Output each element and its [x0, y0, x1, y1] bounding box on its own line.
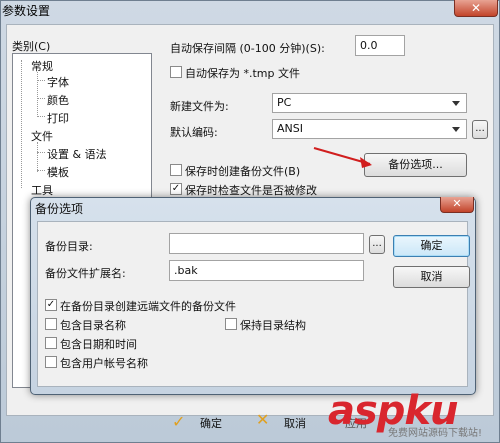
option-user-account-checkbox[interactable] [45, 356, 57, 368]
tree-item-tools[interactable]: 工具 [31, 182, 53, 198]
tree-item-color[interactable]: 颜色 [47, 92, 69, 108]
chevron-down-icon [452, 127, 460, 132]
ext-input[interactable]: .bak [169, 260, 364, 281]
option-date-time-checkbox[interactable] [45, 337, 57, 349]
category-label: 类别(C) [12, 40, 51, 53]
check-modified-checkbox[interactable]: ✓ [170, 183, 182, 195]
dialog-cancel-button[interactable]: 取消 [393, 266, 470, 288]
new-file-label: 新建文件为: [170, 100, 229, 113]
tree-item-print[interactable]: 打印 [47, 110, 69, 126]
checkmark-icon: ✓ [172, 412, 186, 431]
encoding-value: ANSI [277, 122, 303, 135]
option-user-account-label: 包含用户帐号名称 [60, 357, 148, 370]
encoding-browse-button[interactable]: ... [472, 120, 488, 139]
option-keep-structure-label: 保持目录结构 [240, 319, 306, 332]
dialog-ok-button[interactable]: 确定 [393, 235, 470, 257]
autosave-interval-input[interactable]: 0.0 [355, 35, 405, 56]
chevron-down-icon [452, 101, 460, 106]
autosave-interval-label: 自动保存间隔 (0-100 分钟)(S): [170, 42, 325, 55]
ext-label: 备份文件扩展名: [45, 267, 126, 280]
backup-on-save-label: 保存时创建备份文件(B) [185, 165, 301, 178]
option-keep-structure-checkbox[interactable] [225, 318, 237, 330]
option-dir-name-checkbox[interactable] [45, 318, 57, 330]
backup-dir-input[interactable] [169, 233, 364, 254]
cross-icon: ✕ [256, 410, 270, 429]
tree-item-template[interactable]: 模板 [47, 164, 69, 180]
tree-item-font[interactable]: 字体 [47, 74, 69, 90]
new-file-select[interactable]: PC [272, 93, 467, 113]
dialog-close-button[interactable]: ✕ [440, 197, 474, 213]
watermark-subtitle: 免费网站源码下载站! [388, 428, 483, 439]
option-remote-backup-checkbox[interactable]: ✓ [45, 299, 57, 311]
window-close-button[interactable]: ✕ [454, 0, 498, 17]
option-remote-backup-label: 在备份目录创建远端文件的备份文件 [60, 300, 236, 313]
dialog-title: 备份选项 [35, 202, 84, 216]
encoding-select[interactable]: ANSI [272, 119, 467, 139]
check-modified-label: 保存时检查文件是否被修改 [185, 184, 317, 197]
tree-item-syntax[interactable]: 设置 & 语法 [47, 146, 107, 162]
backup-dir-browse-button[interactable]: ... [369, 235, 385, 254]
annotation-arrow [313, 147, 372, 168]
main-ok-label[interactable]: 确定 [200, 415, 222, 431]
encoding-label: 默认编码: [170, 126, 218, 139]
new-file-value: PC [277, 96, 292, 109]
option-dir-name-label: 包含目录名称 [60, 319, 126, 332]
autosave-tmp-label: 自动保存为 *.tmp 文件 [185, 67, 300, 80]
option-date-time-label: 包含日期和时间 [60, 338, 137, 351]
main-cancel-label[interactable]: 取消 [284, 415, 306, 431]
autosave-tmp-checkbox[interactable] [170, 66, 182, 78]
backup-dir-label: 备份目录: [45, 240, 93, 253]
tree-item-general[interactable]: 常规 [31, 58, 53, 74]
window-title: 参数设置 [2, 4, 51, 18]
backup-on-save-checkbox[interactable] [170, 164, 182, 176]
tree-item-file[interactable]: 文件 [31, 128, 53, 144]
